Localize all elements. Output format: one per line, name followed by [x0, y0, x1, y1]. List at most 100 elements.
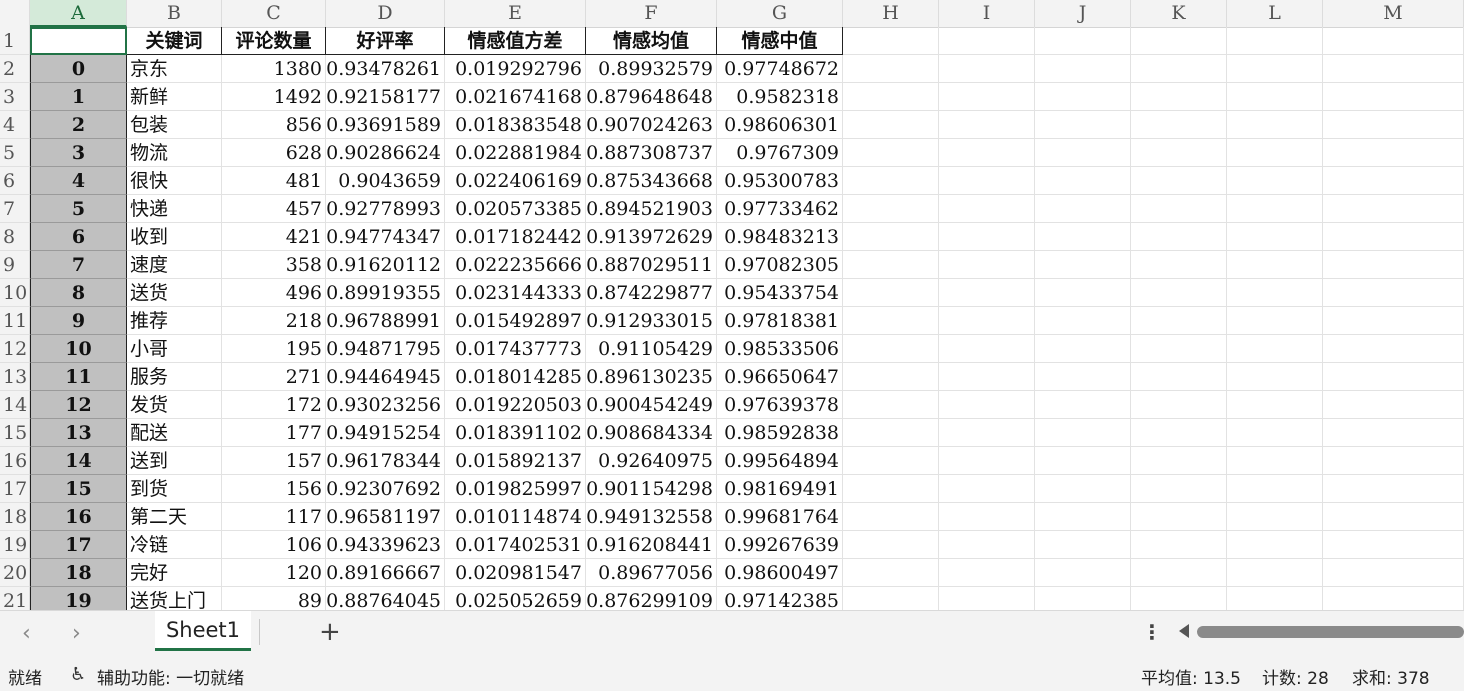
table-cell[interactable] — [1035, 111, 1131, 139]
table-cell[interactable] — [843, 139, 939, 167]
table-cell[interactable] — [1323, 503, 1464, 531]
table-cell[interactable] — [1323, 139, 1464, 167]
table-cell[interactable] — [1227, 195, 1323, 223]
table-cell[interactable] — [939, 475, 1035, 503]
table-cell[interactable]: 0.92640975 — [586, 447, 717, 475]
table-cell[interactable]: 2 — [30, 111, 127, 139]
row-header[interactable]: 17 — [0, 475, 30, 503]
table-cell[interactable] — [843, 223, 939, 251]
table-cell[interactable]: 0.98533506 — [717, 335, 843, 363]
table-cell[interactable]: 0.97748672 — [717, 55, 843, 83]
header-cell[interactable] — [1323, 27, 1464, 55]
table-cell[interactable]: 0.94915254 — [326, 419, 445, 447]
table-cell[interactable]: 0.95300783 — [717, 167, 843, 195]
table-cell[interactable]: 18 — [30, 559, 127, 587]
table-cell[interactable]: 0.879648648 — [586, 83, 717, 111]
table-cell[interactable]: 0.874229877 — [586, 279, 717, 307]
table-cell[interactable] — [1323, 531, 1464, 559]
row-header[interactable]: 13 — [0, 363, 30, 391]
table-cell[interactable]: 6 — [30, 223, 127, 251]
table-cell[interactable]: 京东 — [127, 55, 222, 83]
table-cell[interactable] — [843, 251, 939, 279]
table-cell[interactable]: 0.93023256 — [326, 391, 445, 419]
table-cell[interactable]: 很快 — [127, 167, 222, 195]
table-cell[interactable]: 0.010114874 — [445, 503, 586, 531]
table-cell[interactable] — [1131, 475, 1227, 503]
table-cell[interactable]: 16 — [30, 503, 127, 531]
table-cell[interactable] — [1131, 167, 1227, 195]
header-cell[interactable]: 情感均值 — [586, 27, 717, 55]
table-cell[interactable] — [1131, 559, 1227, 587]
table-cell[interactable]: 0.020573385 — [445, 195, 586, 223]
table-cell[interactable] — [1131, 391, 1227, 419]
table-cell[interactable]: 7 — [30, 251, 127, 279]
table-cell[interactable]: 0.017182442 — [445, 223, 586, 251]
table-cell[interactable] — [939, 279, 1035, 307]
accessibility-icon[interactable]: ♿ — [70, 664, 86, 685]
prev-sheet-icon[interactable]: ‹ — [22, 621, 31, 646]
table-cell[interactable] — [939, 195, 1035, 223]
table-cell[interactable] — [843, 55, 939, 83]
table-cell[interactable] — [843, 195, 939, 223]
table-cell[interactable] — [1035, 447, 1131, 475]
table-cell[interactable]: 195 — [222, 335, 326, 363]
table-cell[interactable] — [939, 167, 1035, 195]
table-cell[interactable]: 发货 — [127, 391, 222, 419]
table-cell[interactable]: 0.017402531 — [445, 531, 586, 559]
scroll-left-arrow-icon[interactable] — [1179, 624, 1189, 638]
table-cell[interactable]: 0.92158177 — [326, 83, 445, 111]
table-cell[interactable] — [1227, 391, 1323, 419]
table-cell[interactable] — [1035, 307, 1131, 335]
table-cell[interactable] — [1035, 139, 1131, 167]
table-cell[interactable]: 89 — [222, 587, 326, 610]
row-header[interactable]: 4 — [0, 111, 30, 139]
table-cell[interactable] — [1227, 223, 1323, 251]
table-cell[interactable] — [939, 139, 1035, 167]
table-cell[interactable] — [1323, 335, 1464, 363]
table-cell[interactable]: 0.94339623 — [326, 531, 445, 559]
table-cell[interactable] — [1323, 447, 1464, 475]
table-cell[interactable]: 0.018383548 — [445, 111, 586, 139]
table-cell[interactable]: 1380 — [222, 55, 326, 83]
table-cell[interactable] — [1131, 363, 1227, 391]
row-header[interactable]: 3 — [0, 83, 30, 111]
table-cell[interactable]: 服务 — [127, 363, 222, 391]
table-cell[interactable]: 0.900454249 — [586, 391, 717, 419]
table-cell[interactable]: 0.92307692 — [326, 475, 445, 503]
table-cell[interactable] — [843, 475, 939, 503]
table-cell[interactable] — [1131, 503, 1227, 531]
header-cell[interactable] — [1131, 27, 1227, 55]
table-cell[interactable] — [1131, 587, 1227, 610]
table-cell[interactable] — [843, 111, 939, 139]
table-cell[interactable] — [1227, 279, 1323, 307]
table-cell[interactable] — [1035, 55, 1131, 83]
table-cell[interactable]: 0.025052659 — [445, 587, 586, 610]
table-cell[interactable]: 0.97142385 — [717, 587, 843, 610]
table-cell[interactable]: 0.020981547 — [445, 559, 586, 587]
table-cell[interactable] — [1227, 111, 1323, 139]
table-cell[interactable] — [1323, 587, 1464, 610]
table-cell[interactable]: 0.021674168 — [445, 83, 586, 111]
status-average[interactable]: 平均值: 13.5 — [1141, 664, 1241, 689]
table-cell[interactable]: 0.9767309 — [717, 139, 843, 167]
table-cell[interactable]: 0.96178344 — [326, 447, 445, 475]
table-cell[interactable]: 0.90286624 — [326, 139, 445, 167]
table-cell[interactable]: 0.022235666 — [445, 251, 586, 279]
table-cell[interactable]: 0.018391102 — [445, 419, 586, 447]
table-cell[interactable]: 19 — [30, 587, 127, 610]
table-cell[interactable] — [1323, 167, 1464, 195]
table-cell[interactable] — [939, 223, 1035, 251]
column-header-h[interactable]: H — [843, 0, 939, 27]
table-cell[interactable] — [1131, 447, 1227, 475]
row-header[interactable]: 6 — [0, 167, 30, 195]
row-header[interactable]: 8 — [0, 223, 30, 251]
table-cell[interactable]: 0.876299109 — [586, 587, 717, 610]
table-cell[interactable]: 0.97082305 — [717, 251, 843, 279]
table-cell[interactable] — [939, 559, 1035, 587]
column-header-c[interactable]: C — [222, 0, 326, 27]
table-cell[interactable] — [1323, 223, 1464, 251]
table-cell[interactable]: 0.89677056 — [586, 559, 717, 587]
table-cell[interactable]: 120 — [222, 559, 326, 587]
table-cell[interactable] — [1035, 419, 1131, 447]
table-cell[interactable] — [1035, 195, 1131, 223]
